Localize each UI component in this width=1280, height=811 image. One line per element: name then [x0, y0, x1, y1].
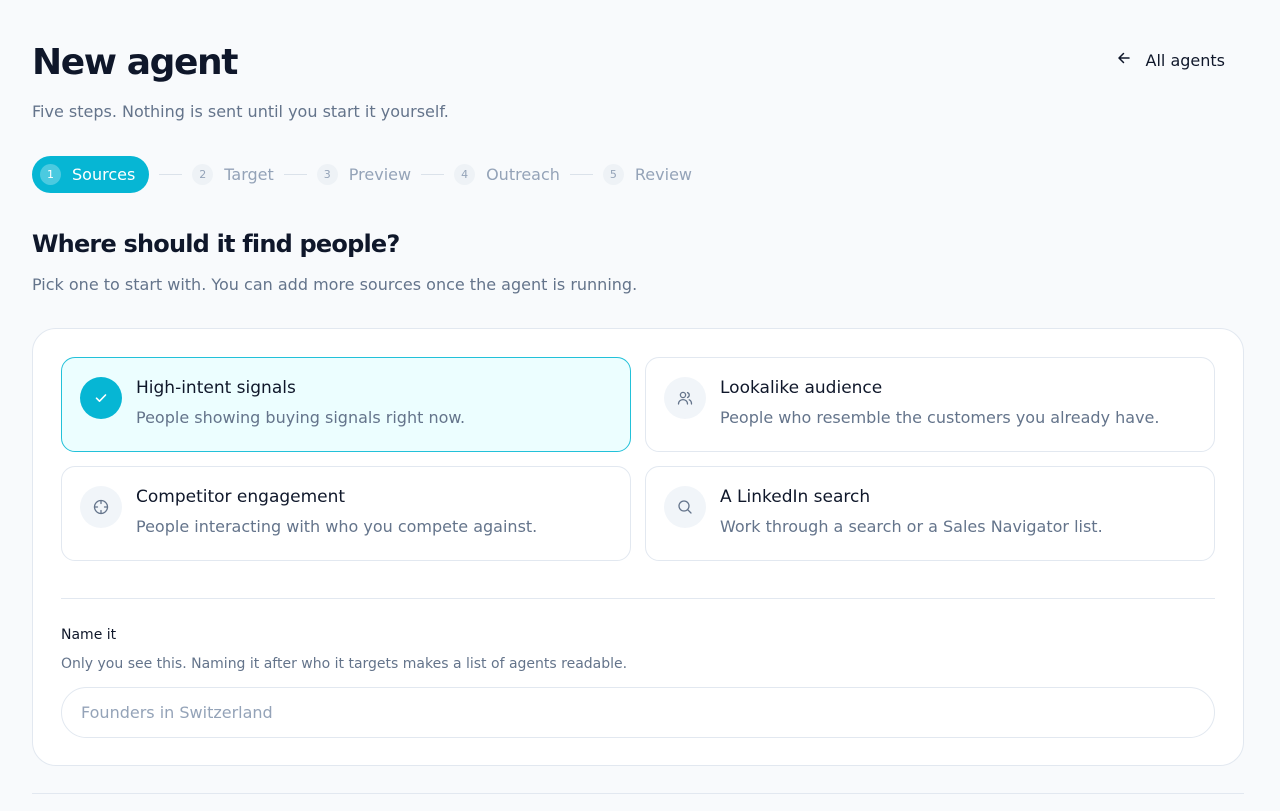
all-agents-link[interactable]: All agents [1116, 50, 1225, 70]
step-preview[interactable]: 3 Preview [316, 156, 412, 193]
step-label: Preview [348, 165, 412, 184]
all-agents-label: All agents [1145, 50, 1225, 70]
option-description: People who resemble the customers you al… [720, 408, 1160, 427]
step-connector [421, 174, 445, 175]
step-connector [283, 174, 307, 175]
option-text: A LinkedIn search Work through a search … [720, 486, 1103, 538]
step-label: Review [634, 165, 692, 184]
name-field-label: Name it [61, 627, 117, 643]
source-option-high-intent-signals[interactable]: High-intent signals People showing buyin… [61, 357, 631, 452]
step-label: Sources [72, 165, 136, 184]
section-title: Where should it find people? [32, 230, 400, 258]
option-description: People showing buying signals right now. [136, 408, 466, 427]
crosshair-icon [80, 486, 122, 528]
step-sources[interactable]: 1 Sources [32, 156, 150, 193]
option-text: Lookalike audience People who resemble t… [720, 377, 1159, 429]
stepper: 1 Sources 2 Target 3 Preview 4 Outreach … [32, 156, 692, 193]
step-outreach[interactable]: 4 Outreach [454, 156, 560, 193]
step-label: Outreach [486, 165, 560, 184]
step-number: 4 [454, 164, 476, 185]
search-icon [664, 486, 706, 528]
step-number: 3 [316, 164, 338, 185]
step-connector [569, 174, 593, 175]
name-field-help: Only you see this. Naming it after who i… [61, 656, 628, 672]
option-title: High-intent signals [136, 378, 296, 398]
section-description: Pick one to start with. You can add more… [32, 275, 638, 294]
option-description: People interacting with who you compete … [136, 517, 538, 536]
option-title: A LinkedIn search [720, 487, 871, 507]
page-title: New agent [32, 42, 238, 83]
step-number: 2 [192, 164, 214, 185]
source-options: High-intent signals People showing buyin… [61, 357, 1215, 561]
sources-panel: High-intent signals People showing buyin… [32, 328, 1244, 766]
option-title: Lookalike audience [720, 378, 883, 398]
source-option-lookalike-audience[interactable]: Lookalike audience People who resemble t… [645, 357, 1215, 452]
option-description: Work through a search or a Sales Navigat… [720, 517, 1103, 536]
step-number: 5 [602, 164, 624, 185]
step-target[interactable]: 2 Target [192, 156, 274, 193]
agent-name-input[interactable] [61, 687, 1215, 738]
step-number: 1 [40, 164, 61, 185]
option-title: Competitor engagement [136, 487, 346, 507]
page-subtitle: Five steps. Nothing is sent until you st… [32, 102, 449, 121]
footer-divider [32, 793, 1244, 794]
divider [61, 598, 1215, 599]
arrow-left-icon [1116, 50, 1132, 70]
step-label: Target [224, 165, 274, 184]
option-text: High-intent signals People showing buyin… [136, 377, 465, 429]
step-connector [159, 174, 183, 175]
step-review[interactable]: 5 Review [602, 156, 692, 193]
source-option-linkedin-search[interactable]: A LinkedIn search Work through a search … [645, 466, 1215, 561]
source-option-competitor-engagement[interactable]: Competitor engagement People interacting… [61, 466, 631, 561]
users-icon [664, 377, 706, 419]
option-text: Competitor engagement People interacting… [136, 486, 537, 538]
check-icon [80, 377, 122, 419]
page-header: New agent All agents [32, 40, 1248, 86]
